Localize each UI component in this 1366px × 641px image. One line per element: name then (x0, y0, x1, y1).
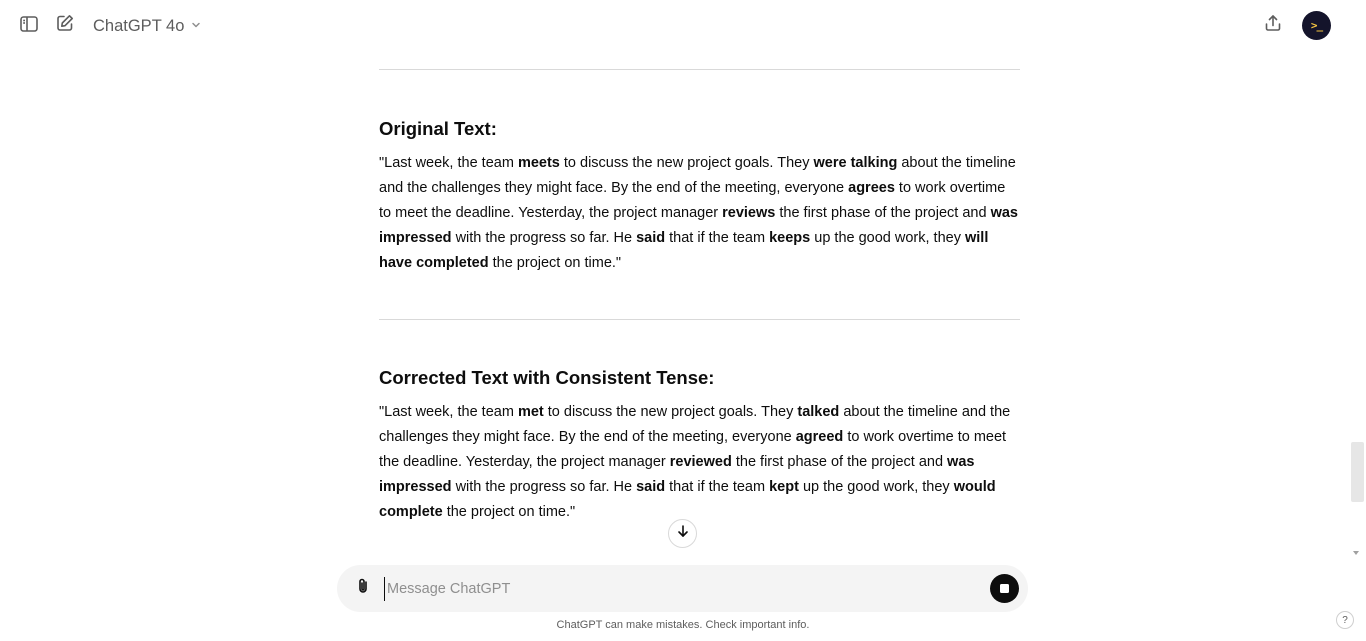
text-span: "Last week, the team (379, 404, 518, 420)
message-input[interactable] (384, 577, 964, 601)
bold-verb: talked (797, 404, 840, 420)
text-span: the project on time." (488, 255, 622, 271)
paperclip-icon (354, 577, 372, 600)
text-span: the first phase of the project and (775, 205, 991, 221)
help-label: ? (1342, 614, 1348, 626)
bold-verb: reviews (722, 205, 776, 221)
bold-verb: agrees (848, 180, 895, 196)
model-name: ChatGPT 4o (93, 16, 185, 35)
edit-icon (55, 13, 75, 38)
avatar-label: >_ (1310, 19, 1323, 32)
message-composer (337, 565, 1028, 612)
text-span: up the good work, they (798, 479, 954, 495)
stop-icon (1000, 584, 1009, 593)
text-span: the first phase of the project and (731, 454, 948, 470)
arrow-down-icon (676, 524, 690, 543)
help-button[interactable]: ? (1336, 611, 1354, 629)
model-selector[interactable]: ChatGPT 4o (93, 14, 202, 38)
disclaimer-text: ChatGPT can make mistakes. Check importa… (556, 619, 810, 631)
bold-verb: said (636, 230, 666, 246)
sidebar-toggle-button[interactable] (15, 12, 43, 40)
top-bar: ChatGPT 4o >_ (0, 0, 1366, 52)
bold-verb: said (636, 479, 666, 495)
sidebar-icon (19, 14, 39, 39)
text-span: that if the team (665, 479, 770, 495)
section-title-corrected: Corrected Text with Consistent Tense: (379, 367, 715, 388)
text-span: that if the team (665, 230, 770, 246)
bold-verb: reviewed (669, 454, 732, 470)
bold-verb: meets (517, 155, 560, 171)
share-button[interactable] (1259, 11, 1287, 39)
bold-verb: agreed (795, 429, 844, 445)
corrected-text-paragraph: "Last week, the team met to discuss the … (379, 400, 1020, 525)
avatar[interactable]: >_ (1302, 11, 1331, 40)
text-span: the project on time." (442, 504, 576, 520)
chevron-down-icon (190, 17, 202, 36)
stop-generating-button[interactable] (990, 574, 1019, 603)
attach-button[interactable] (351, 576, 375, 600)
text-span: "Last week, the team (379, 155, 518, 171)
text-span: to discuss the new project goals. They (543, 404, 798, 420)
bold-verb: were talking (813, 155, 898, 171)
original-text-paragraph: "Last week, the team meets to discuss th… (379, 151, 1020, 276)
scrollbar-down-arrow[interactable] (1353, 551, 1359, 555)
text-span: up the good work, they (810, 230, 965, 246)
text-span: with the progress so far. He (451, 230, 637, 246)
scrollbar-thumb[interactable] (1351, 442, 1364, 502)
divider (379, 69, 1020, 70)
text-span: with the progress so far. He (451, 479, 637, 495)
share-icon (1263, 13, 1283, 38)
bold-verb: keeps (769, 230, 811, 246)
scroll-to-bottom-button[interactable] (668, 519, 697, 548)
bold-verb: kept (769, 479, 799, 495)
bold-verb: met (517, 404, 544, 420)
text-span: to discuss the new project goals. They (559, 155, 814, 171)
section-title-original: Original Text: (379, 118, 497, 139)
divider (379, 319, 1020, 320)
new-chat-button[interactable] (51, 11, 79, 39)
